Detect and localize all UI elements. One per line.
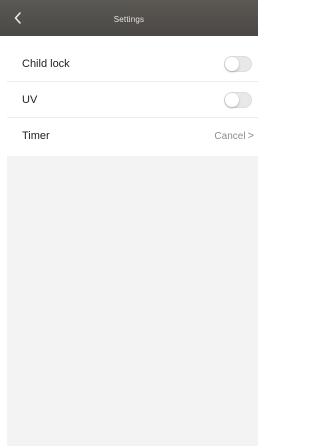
settings-list: Child lock UV Timer Cancel > <box>7 46 258 154</box>
settings-screen: Settings Child lock UV Timer Cancel > <box>0 0 258 446</box>
timer-value: Cancel <box>214 131 246 142</box>
uv-label: UV <box>22 94 38 106</box>
chevron-right-icon: > <box>247 130 254 142</box>
child-lock-toggle[interactable] <box>224 56 252 72</box>
setting-row-timer[interactable]: Timer Cancel > <box>7 118 258 154</box>
toggle-knob <box>225 93 239 107</box>
setting-row-child-lock: Child lock <box>7 46 258 82</box>
setting-row-uv: UV <box>7 82 258 118</box>
toggle-knob <box>225 57 239 71</box>
uv-toggle[interactable] <box>224 92 252 108</box>
empty-content-area <box>7 156 258 446</box>
timer-value-button[interactable]: Cancel > <box>214 118 254 155</box>
timer-label: Timer <box>22 130 50 142</box>
page-title: Settings <box>113 15 145 24</box>
nav-bar: Settings <box>0 0 258 36</box>
child-lock-label: Child lock <box>22 58 70 70</box>
